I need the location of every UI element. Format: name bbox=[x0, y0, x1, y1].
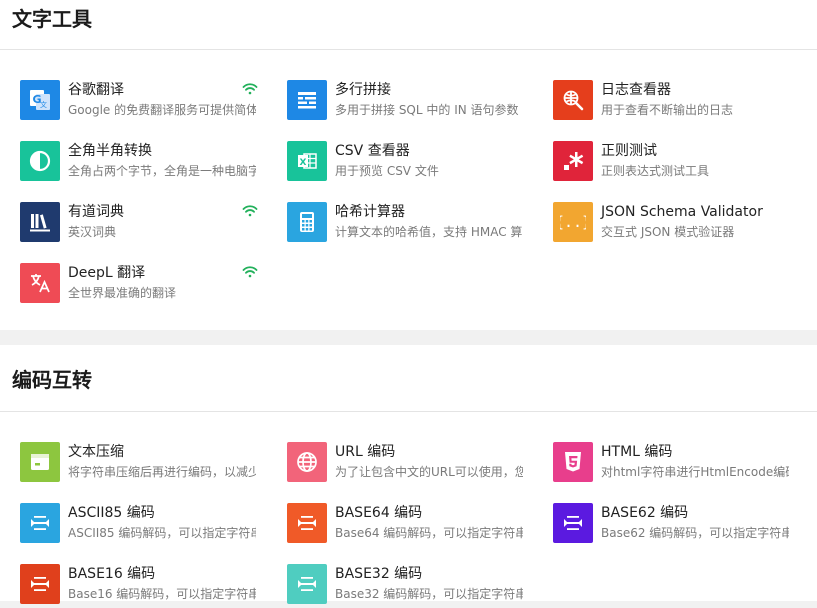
svg-text:文: 文 bbox=[40, 100, 47, 109]
regex-icon bbox=[553, 141, 593, 181]
tool-description: 对html字符串进行HtmlEncode编码 bbox=[601, 465, 789, 479]
tool-card[interactable]: DeepL 翻译全世界最准确的翻译 bbox=[20, 263, 270, 307]
tool-name: 全角半角转换 bbox=[68, 143, 152, 159]
encode-arrows-icon bbox=[287, 503, 327, 543]
tool-name: JSON Schema Validator bbox=[601, 204, 763, 220]
tool-name: 文本压缩 bbox=[68, 444, 124, 460]
section-header: 文字工具 bbox=[0, 0, 817, 50]
tool-card[interactable]: 哈希计算器计算文本的哈希值，支持 HMAC 算 bbox=[287, 202, 537, 246]
wifi-online-icon bbox=[242, 81, 258, 100]
wifi-online-icon bbox=[242, 264, 258, 283]
section-text-tools: 文字工具 G 文谷歌翻译 Google 的免费翻译服务可提供简体 多行拼接多用于拼接 … bbox=[0, 0, 817, 330]
tool-grid: G 文谷歌翻译 Google 的免费翻译服务可提供简体 多行拼接多用于拼接 SQL 中… bbox=[0, 50, 817, 330]
tool-card[interactable]: ASCII85 编码 ASCII85 编码解码，可以指定字符串 bbox=[20, 503, 270, 547]
tool-name: 哈希计算器 bbox=[335, 204, 405, 220]
tool-description: 用于预览 CSV 文件 bbox=[335, 164, 439, 178]
section-title: 编码互转 bbox=[12, 368, 92, 392]
excel-icon: X bbox=[287, 141, 327, 181]
encode-arrows-icon bbox=[20, 503, 60, 543]
tool-grid: 文本压缩将字符串压缩后再进行编码，以减少 URL 编码为了让包含中文的URL可以使… bbox=[0, 412, 817, 604]
tool-card[interactable]: {..} JSON Schema Validator 交互式 JSON 模式验证器 bbox=[553, 202, 803, 246]
tool-name: URL 编码 bbox=[335, 444, 396, 460]
tool-description: ASCII85 编码解码，可以指定字符串 bbox=[68, 526, 256, 540]
tool-description: 交互式 JSON 模式验证器 bbox=[601, 225, 735, 239]
tool-description: 正则表达式测试工具 bbox=[601, 164, 710, 178]
encode-arrows-icon bbox=[20, 564, 60, 604]
tool-description: 全角占两个字节，全角是一种电脑字 bbox=[68, 164, 256, 178]
tool-card[interactable]: 多行拼接多用于拼接 SQL 中的 IN 语句参数 bbox=[287, 80, 537, 124]
tool-card[interactable]: 文本压缩将字符串压缩后再进行编码，以减少 bbox=[20, 442, 270, 486]
tool-description: 计算文本的哈希值，支持 HMAC 算 bbox=[335, 225, 523, 239]
tool-card[interactable]: URL 编码为了让包含中文的URL可以使用，您 bbox=[287, 442, 537, 486]
tool-card[interactable]: HTML 编码对html字符串进行HtmlEncode编码 bbox=[553, 442, 803, 486]
calculator-icon bbox=[287, 202, 327, 242]
tool-name: 日志查看器 bbox=[601, 82, 671, 98]
globe-icon bbox=[287, 442, 327, 482]
tool-name: 有道词典 bbox=[68, 204, 124, 220]
tool-card[interactable]: BASE16 编码 Base16 编码解码，可以指定字符串 bbox=[20, 564, 270, 608]
tool-card[interactable]: BASE32 编码 Base32 编码解码，可以指定字符串 bbox=[287, 564, 537, 608]
translate-icon bbox=[20, 263, 60, 303]
books-icon bbox=[20, 202, 60, 242]
section-encoding: 编码互转 文本压缩将字符串压缩后再进行编码，以减少 URL 编码为了让包含中文的U… bbox=[0, 345, 817, 604]
tool-description: 全世界最准确的翻译 bbox=[68, 286, 177, 300]
encode-arrows-icon bbox=[287, 564, 327, 604]
tool-card[interactable]: G 文谷歌翻译 Google 的免费翻译服务可提供简体 bbox=[20, 80, 270, 124]
half-circle-icon bbox=[20, 141, 60, 181]
tool-description: 英汉词典 bbox=[68, 225, 117, 239]
tool-name: DeepL 翻译 bbox=[68, 265, 146, 281]
tool-name: BASE32 编码 bbox=[335, 566, 423, 582]
tool-description: 多用于拼接 SQL 中的 IN 语句参数 bbox=[335, 103, 519, 117]
tool-card[interactable]: 全角半角转换全角占两个字节，全角是一种电脑字 bbox=[20, 141, 270, 185]
html5-icon bbox=[553, 442, 593, 482]
tool-name: BASE64 编码 bbox=[335, 505, 423, 521]
log-search-icon bbox=[553, 80, 593, 120]
tool-description: Base64 编码解码，可以指定字符串 bbox=[335, 526, 523, 540]
encode-arrows-icon bbox=[553, 503, 593, 543]
tool-name: 正则测试 bbox=[601, 143, 657, 159]
tool-card[interactable]: X CSV 查看器用于预览 CSV 文件 bbox=[287, 141, 537, 185]
multiline-join-icon bbox=[287, 80, 327, 120]
google-translate-icon: G文 bbox=[20, 80, 60, 120]
svg-text:X: X bbox=[300, 158, 307, 168]
tool-description: 用于查看不断输出的日志 bbox=[601, 103, 734, 117]
tool-description: Base62 编码解码，可以指定字符串 bbox=[601, 526, 789, 540]
tool-name: 谷歌翻译 bbox=[68, 82, 124, 98]
tool-name: 多行拼接 bbox=[335, 82, 391, 98]
tool-name: HTML 编码 bbox=[601, 444, 673, 460]
tool-card[interactable]: BASE62 编码 Base62 编码解码，可以指定字符串 bbox=[553, 503, 803, 547]
tool-description: 为了让包含中文的URL可以使用，您 bbox=[335, 465, 523, 479]
json-braces-icon: {..} bbox=[553, 202, 593, 242]
tool-card[interactable]: 日志查看器用于查看不断输出的日志 bbox=[553, 80, 803, 124]
tool-card[interactable]: 有道词典 英汉词典 bbox=[20, 202, 270, 246]
tool-description: Google 的免费翻译服务可提供简体 bbox=[68, 103, 256, 117]
section-header: 编码互转 bbox=[0, 345, 817, 412]
tool-description: Base32 编码解码，可以指定字符串 bbox=[335, 587, 523, 601]
tool-name: BASE62 编码 bbox=[601, 505, 689, 521]
tool-description: Base16 编码解码，可以指定字符串 bbox=[68, 587, 256, 601]
tool-card[interactable]: 正则测试正则表达式测试工具 bbox=[553, 141, 803, 185]
tool-card[interactable]: BASE64 编码 Base64 编码解码，可以指定字符串 bbox=[287, 503, 537, 547]
tool-name: CSV 查看器 bbox=[335, 143, 410, 159]
section-title: 文字工具 bbox=[12, 7, 92, 31]
wifi-online-icon bbox=[242, 203, 258, 222]
tool-name: ASCII85 编码 bbox=[68, 505, 155, 521]
tool-name: BASE16 编码 bbox=[68, 566, 156, 582]
tool-description: 将字符串压缩后再进行编码，以减少 bbox=[68, 465, 256, 479]
compress-icon bbox=[20, 442, 60, 482]
svg-text:{..}: {..} bbox=[560, 213, 586, 231]
